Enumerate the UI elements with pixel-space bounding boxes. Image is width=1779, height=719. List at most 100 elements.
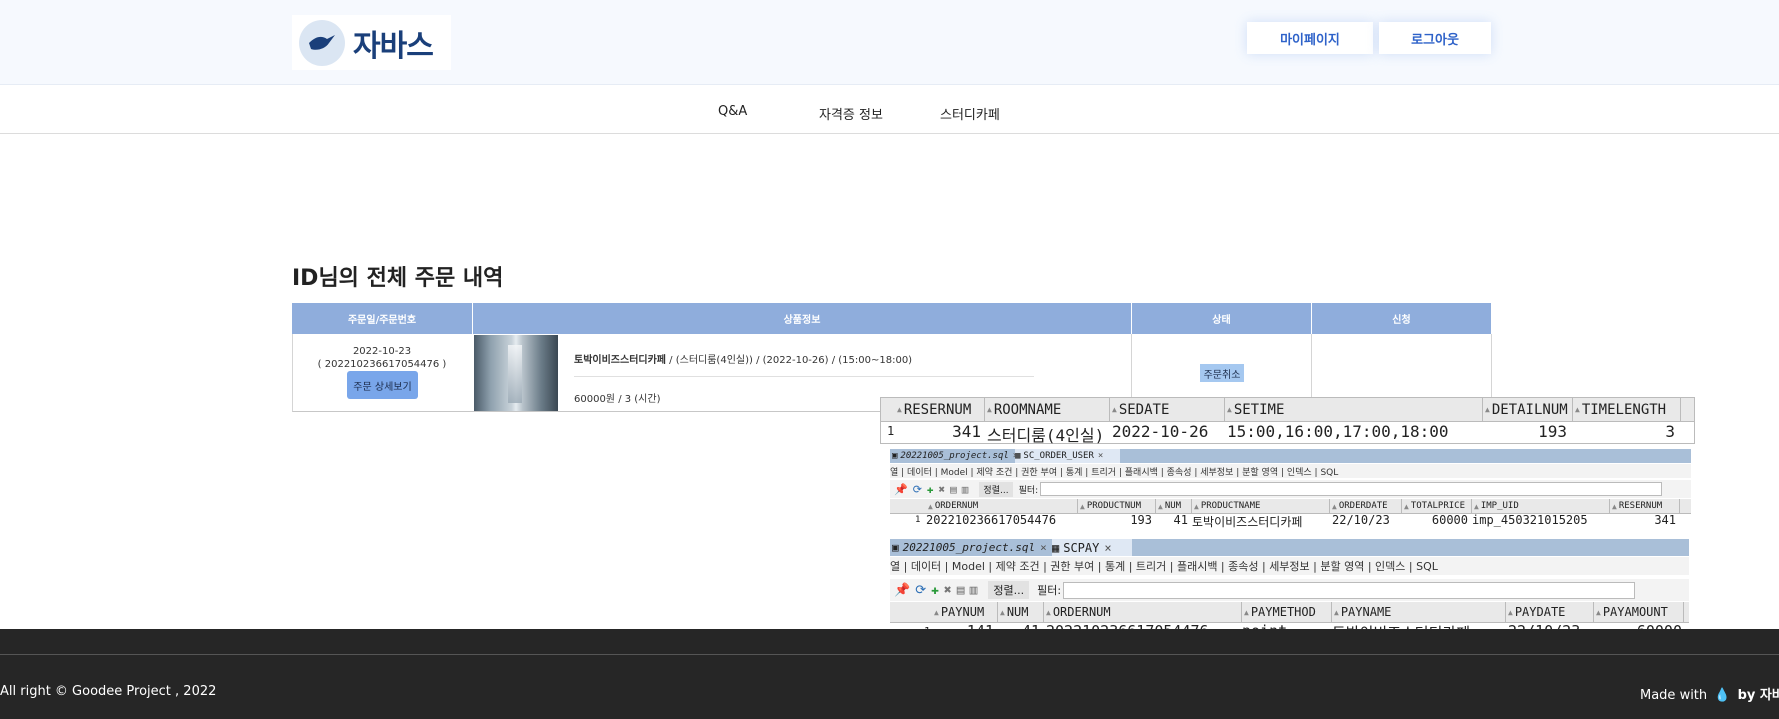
footer-copyright: All right © Goodee Project , 2022 <box>0 684 217 699</box>
commit-icon[interactable]: ▤ <box>950 483 957 496</box>
bird-icon <box>299 19 345 66</box>
sql-file-icon: ▣ <box>892 451 898 461</box>
made-by-text: by 자바스 <box>1737 688 1779 703</box>
commit-icon[interactable]: ▤ <box>957 583 965 598</box>
filter-input[interactable] <box>1063 581 1636 599</box>
order-cancel-button[interactable]: 주문취소 <box>1200 364 1244 382</box>
filter-input[interactable] <box>1040 482 1663 496</box>
site-header <box>0 0 1779 85</box>
db-col-header[interactable]: ▲ SEDATE <box>1110 398 1225 421</box>
delete-icon[interactable]: ✖ <box>944 583 952 598</box>
col-header-status: 상태 <box>1132 303 1312 334</box>
db-col-header[interactable]: ▲ DETAILNUM <box>1483 398 1573 421</box>
nav-item-certificate[interactable]: 자격증 정보 <box>819 104 883 123</box>
db-col-header[interactable]: ▲ ORDERNUM <box>1044 602 1242 622</box>
order-number: ( 202210236617054476 ) <box>317 359 447 370</box>
page-title: ID님의 전체 주문 내역 <box>292 266 504 291</box>
db-col-header[interactable]: ▲ IMP_UID <box>1472 499 1610 513</box>
rollback-icon[interactable]: ▥ <box>962 483 969 496</box>
tab-sql-file[interactable]: ▣20221005_project.sql× <box>892 449 1018 463</box>
db-col-header[interactable]: ▲ PAYNUM <box>932 602 998 622</box>
db-col-header[interactable]: ▲ ROOMNAME <box>985 398 1110 421</box>
mypage-button[interactable]: 마이페이지 <box>1247 22 1373 54</box>
db-col-header[interactable]: ▲ TOTALPRICE <box>1402 499 1472 513</box>
filter-label: 필터: <box>1037 584 1062 597</box>
db-cell[interactable]: 193 <box>1078 513 1152 527</box>
pin-icon[interactable]: 📌 <box>894 483 908 496</box>
db-col-header[interactable]: ▲ PAYNAME <box>1332 602 1506 622</box>
product-detail: / (스터디룸(4인실)) / (2022-10-26) / (15:00~18… <box>666 355 913 366</box>
sql-file-icon: ▣ <box>892 541 899 554</box>
db-col-header[interactable]: ▲ TIMELENGTH <box>1573 398 1681 421</box>
db-col-header[interactable]: ▲ PAYAMOUNT <box>1594 602 1684 622</box>
db-table-panel-sc-order-user: ▣20221005_project.sql× ▦SC_ORDER_USER× 열… <box>890 449 1691 531</box>
col-header-product: 상품정보 <box>473 303 1132 334</box>
db-cell[interactable]: 15:00,16:00,17:00,18:00 <box>1227 422 1449 441</box>
filter-label: 필터: <box>1018 485 1039 496</box>
db-cell[interactable]: 341 <box>1610 513 1676 527</box>
db-row-number: 1 <box>915 515 921 525</box>
close-icon[interactable]: × <box>1104 541 1111 555</box>
nav-item-studycafe[interactable]: 스터디카페 <box>940 104 1000 123</box>
logo-text: 자바스 <box>353 28 434 64</box>
db-col-header[interactable]: ▲ PRODUCTNAME <box>1192 499 1330 513</box>
tab-sql-file[interactable]: ▣20221005_project.sql× <box>892 539 1050 556</box>
footer-made-with: Made with 💧 by 자바스 <box>1640 684 1779 703</box>
db-col-header[interactable]: ▲ RESERNUM <box>895 398 985 421</box>
db-cell[interactable]: 토박이비즈스터디카페 <box>1192 513 1302 530</box>
sort-button[interactable]: 정렬... <box>988 581 1030 599</box>
db-col-header[interactable]: ▲ PAYDATE <box>1506 602 1594 622</box>
pin-icon[interactable]: 📌 <box>894 583 910 598</box>
db-cell[interactable]: 22/10/23 <box>1332 513 1390 527</box>
db-col-header[interactable]: ▲ ORDERNUM <box>926 499 1078 513</box>
tab-table[interactable]: ▦ SCPAY × <box>1052 539 1132 556</box>
nav-item-qna[interactable]: Q&A <box>718 104 747 119</box>
table-icon: ▦ <box>1015 451 1021 461</box>
product-price: 60000원 / 3 (시간) <box>574 394 661 405</box>
logout-button[interactable]: 로그아웃 <box>1379 22 1491 54</box>
db-cell[interactable]: 3 <box>1573 422 1675 441</box>
db-subtab-menu[interactable]: 열 | 데이터 | Model | 제약 조건 | 권한 부여 | 통계 | 트… <box>890 464 1691 478</box>
db-col-header[interactable]: ▲ RESERNUM <box>1610 499 1680 513</box>
db-cell[interactable]: 41 <box>1156 513 1188 527</box>
db-cell[interactable]: 스터디룸(4인실) <box>987 422 1104 446</box>
db-subtab-menu[interactable]: 열 | 데이터 | Model | 제약 조건 | 권한 부여 | 통계 | 트… <box>890 557 1689 575</box>
table-icon: ▦ <box>1052 540 1060 555</box>
db-col-header[interactable]: ▲ NUM <box>1156 499 1192 513</box>
db-cell[interactable]: 341 <box>895 422 981 441</box>
delete-icon[interactable]: ✖ <box>939 483 946 496</box>
db-toolbar: 📌 ⟳ ✚ ✖ ▤ ▥ 정렬... 필터: <box>890 579 1689 601</box>
db-col-header[interactable]: ▲ PAYMETHOD <box>1242 602 1332 622</box>
main-nav <box>0 85 1779 134</box>
refresh-icon[interactable]: ⟳ <box>915 583 926 598</box>
db-col-header[interactable]: ▲ NUM <box>998 602 1044 622</box>
sort-button[interactable]: 정렬... <box>979 481 1013 497</box>
db-tabbar: ▣ 20221005_project.sql × ▦ SCPAY × <box>890 539 1689 556</box>
site-footer <box>0 629 1779 719</box>
tab-table[interactable]: ▦ SC_ORDER_USER × <box>1015 449 1120 463</box>
db-col-header[interactable]: ▲ SETIME <box>1225 398 1483 421</box>
db-col-header[interactable]: ▲ PRODUCTNUM <box>1078 499 1156 513</box>
col-header-order: 주문일/주문번호 <box>292 303 473 334</box>
col-header-apply: 신청 <box>1312 303 1491 334</box>
db-cell[interactable]: 60000 <box>1402 513 1468 527</box>
made-with-text: Made with <box>1640 688 1708 703</box>
insert-row-icon[interactable]: ✚ <box>931 583 939 598</box>
db-cell[interactable]: imp_450321015205 <box>1472 513 1588 527</box>
water-drop-icon: 💧 <box>1714 688 1731 703</box>
insert-row-icon[interactable]: ✚ <box>927 483 934 496</box>
site-logo[interactable]: 자바스 <box>292 15 451 70</box>
close-icon[interactable]: × <box>1098 451 1103 461</box>
product-info: 토박이비즈스터디카페 / (스터디룸(4인실)) / (2022-10-26) … <box>574 351 912 366</box>
db-cell[interactable]: 2022-10-26 <box>1112 422 1208 441</box>
db-cell[interactable]: 193 <box>1483 422 1567 441</box>
refresh-icon[interactable]: ⟳ <box>913 483 922 496</box>
close-icon[interactable]: × <box>1040 541 1047 554</box>
divider <box>574 376 1034 377</box>
rollback-icon[interactable]: ▥ <box>970 583 978 598</box>
db-result-panel-1: ▲ RESERNUM ▲ ROOMNAME ▲ SEDATE ▲ SETIME ▲ DET… <box>880 397 1695 446</box>
db-toolbar: 📌 ⟳ ✚ ✖ ▤ ▥ 정렬... 필터: <box>890 480 1691 498</box>
db-col-header[interactable]: ▲ ORDERDATE <box>1330 499 1402 513</box>
db-cell[interactable]: 202210236617054476 <box>926 513 1056 527</box>
order-detail-button[interactable]: 주문 상세보기 <box>347 371 418 399</box>
